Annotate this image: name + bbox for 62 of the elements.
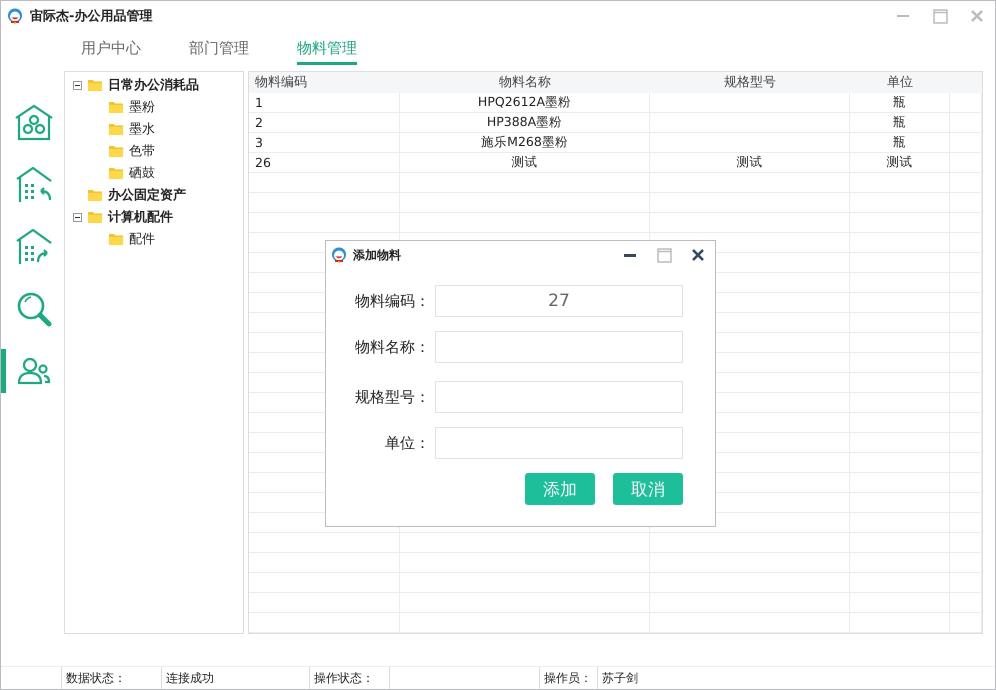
table-cell: 2 — [255, 114, 263, 130]
table-cell: 测试 — [512, 154, 538, 171]
column-header: 物料名称 — [498, 74, 552, 92]
field-label: 物料编码： — [354, 292, 431, 310]
collapse-icon[interactable] — [73, 80, 82, 90]
folder-icon — [109, 145, 123, 157]
building-return-icon[interactable] — [16, 167, 52, 203]
table-cell: 1 — [255, 94, 263, 110]
app-logo-icon — [331, 247, 347, 263]
tree-item[interactable]: 墨粉 — [129, 98, 155, 116]
users-icon[interactable] — [16, 357, 50, 385]
status-value: 苏子剑 — [602, 670, 638, 686]
input-field[interactable] — [435, 381, 683, 413]
tree-item[interactable]: 办公固定资产 — [108, 186, 186, 204]
folder-icon — [109, 233, 123, 245]
table-cell: HPQ2612A墨粉 — [478, 94, 572, 111]
column-header: 物料编码 — [254, 74, 308, 92]
table-cell: 3 — [255, 134, 263, 150]
folder-icon — [88, 211, 102, 223]
table-cell: 瓶 — [893, 94, 906, 111]
table-cell: 施乐M268墨粉 — [481, 134, 568, 151]
app-logo-icon — [7, 8, 23, 24]
input-field[interactable]: 27 — [435, 285, 683, 317]
tree-item[interactable]: 配件 — [129, 230, 155, 248]
field-label: 规格型号： — [354, 388, 431, 406]
maximize-icon[interactable] — [656, 248, 672, 262]
input-field[interactable] — [435, 427, 683, 459]
tree-item[interactable]: 日常办公消耗品 — [108, 76, 199, 94]
field-label: 物料名称： — [354, 338, 431, 356]
folder-icon — [109, 123, 123, 135]
folder-icon — [88, 79, 102, 91]
house-icon[interactable] — [14, 104, 54, 142]
table-cell: 测试 — [736, 154, 762, 171]
table-cell: 26 — [255, 154, 271, 170]
table-cell: 瓶 — [893, 114, 906, 131]
status-label: 数据状态： — [61, 667, 161, 689]
folder-icon — [109, 167, 123, 179]
folder-icon — [88, 189, 102, 201]
table-cell: 瓶 — [893, 134, 906, 151]
tree-item[interactable]: 硒鼓 — [129, 164, 155, 182]
status-label: 操作状态： — [309, 667, 389, 689]
table-cell: HP388A墨粉 — [486, 114, 562, 131]
tree-item[interactable]: 计算机配件 — [108, 208, 173, 226]
input-field[interactable] — [435, 331, 683, 363]
column-header: 规格型号 — [723, 74, 777, 92]
table-cell: 测试 — [886, 154, 912, 171]
field-label: 单位： — [384, 434, 431, 452]
column-header: 单位 — [886, 74, 914, 92]
tab[interactable]: 部门管理 — [189, 39, 249, 65]
building-forward-icon[interactable] — [16, 229, 52, 265]
close-icon[interactable] — [691, 248, 705, 262]
maximize-icon[interactable] — [932, 8, 948, 24]
window-title: 宙际杰-办公用品管理 — [30, 8, 152, 25]
dialog-title: 添加物料 — [353, 246, 401, 264]
tab[interactable]: 用户中心 — [81, 39, 141, 65]
tree-item[interactable]: 墨水 — [129, 120, 155, 138]
folder-icon — [109, 101, 123, 113]
search-icon[interactable] — [16, 291, 52, 327]
collapse-icon[interactable] — [73, 212, 82, 222]
status-label: 操作员： — [539, 667, 597, 689]
status-value: 连接成功 — [166, 670, 214, 686]
tree-item[interactable]: 色带 — [129, 142, 155, 160]
